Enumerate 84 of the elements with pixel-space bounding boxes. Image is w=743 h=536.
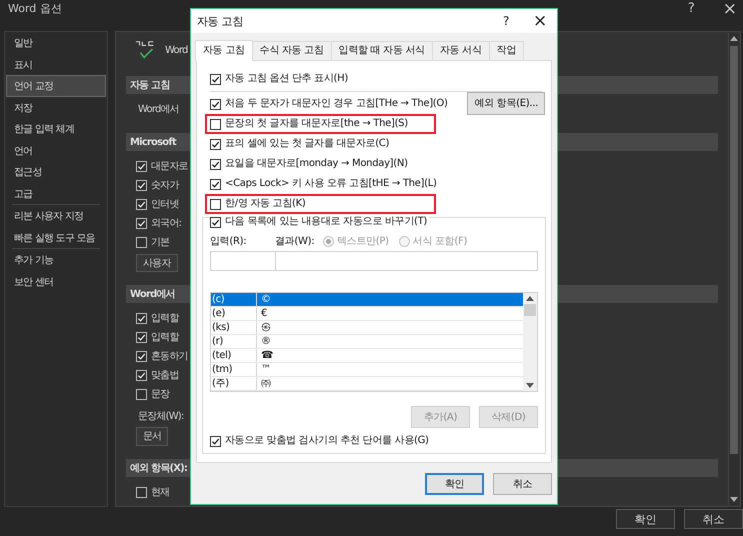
description-text: Word에서 [138, 103, 179, 117]
window-title: Word 옵션 [8, 2, 62, 16]
checkbox[interactable]: 자동 고침 옵션 단추 표시(H) [210, 72, 348, 86]
list-row[interactable]: (e) € [211, 307, 523, 321]
checkbox[interactable]: 대문자로 [136, 160, 188, 174]
radio-option: 텍스트만(P) [323, 234, 389, 248]
dialog-button[interactable]: 취소 [684, 509, 743, 529]
tab[interactable]: 자동 고침 [195, 40, 253, 61]
sidebar-item[interactable]: 한글 입력 체계 [6, 118, 106, 140]
sidebar-item[interactable]: 리본 사용자 지정 [6, 205, 106, 226]
table-cell: (ks) [211, 321, 257, 334]
sidebar-item[interactable]: 고급 [6, 182, 106, 204]
sidebar-item[interactable]: 언어 교정 [6, 75, 106, 96]
field-label: 입력(R): [210, 235, 248, 248]
cancel-button[interactable]: 취소 [493, 473, 552, 495]
table-cell: (e) [211, 307, 257, 320]
checkbox[interactable]: 요일을 대문자로[monday → Monday](N) [210, 157, 408, 171]
table-cell-text: ☎ [260, 349, 274, 362]
checkbox[interactable]: 처음 두 문자가 대문자인 경우 고침[THe → The](O) [210, 97, 448, 111]
exceptions-button[interactable]: 예외 항목(E)... [467, 92, 545, 114]
sidebar-item[interactable]: 접근성 [6, 161, 106, 182]
checkbox[interactable]: 표의 셀에 있는 첫 글자를 대문자로(C) [210, 137, 390, 151]
sidebar-item[interactable]: 빠른 실행 도구 모음 [6, 226, 106, 248]
scrollbar[interactable] [523, 293, 537, 391]
list-row[interactable]: (tel) ☎ [211, 349, 523, 363]
checkbox[interactable]: 문장의 첫 글자를 대문자로[the → The](S) [210, 117, 408, 131]
help-button[interactable]: ? [688, 2, 695, 16]
section-heading: Word에서 [130, 288, 175, 301]
table-cell-text: © [260, 293, 271, 306]
section-heading: Microsoft [130, 136, 176, 148]
input-field[interactable] [210, 251, 276, 271]
scroll-thumb[interactable] [730, 46, 738, 454]
checkbox[interactable]: 문장 [136, 388, 170, 402]
field-label: 결과(W): [275, 235, 316, 248]
dialog-title: 자동 고침 [197, 14, 243, 28]
list-row[interactable]: (주) ㈜ [211, 377, 523, 391]
input-field[interactable] [275, 251, 538, 271]
custom-button[interactable]: 사용자 [136, 254, 178, 272]
table-cell-text: € [260, 307, 268, 320]
sidebar-item[interactable]: 언어 [6, 140, 106, 161]
checkbox[interactable]: 숫자가 [136, 178, 179, 192]
radio-option: 서식 포함(F) [398, 234, 468, 248]
sidebar-item[interactable]: 일반 [6, 32, 106, 54]
sidebar-item[interactable]: 표시 [6, 54, 106, 75]
checkbox[interactable]: 한/영 자동 고침(K) [210, 197, 306, 211]
sidebar-item[interactable]: 보안 센터 [6, 270, 106, 292]
checkbox[interactable]: 현재 [136, 486, 170, 500]
list-row[interactable]: (ks) ㉿ [211, 321, 523, 335]
scroll-thumb[interactable] [524, 304, 536, 316]
checkbox[interactable]: 인터넷 [136, 198, 179, 212]
checkbox[interactable]: 다음 목록에 있는 내용대로 자동으로 바꾸기(T) [210, 215, 428, 229]
scrollbar[interactable] [728, 33, 739, 505]
sidebar-item[interactable]: 저장 [6, 96, 106, 118]
section-title: Word [165, 44, 188, 56]
checkbox[interactable]: 혼동하기 [136, 350, 188, 364]
help-button[interactable]: ? [502, 14, 510, 28]
close-button[interactable]: × [533, 11, 547, 31]
sidebar-item[interactable]: 추가 기능 [6, 249, 106, 270]
table-cell: (주) [211, 377, 257, 390]
section-heading: 예외 항목(X): [130, 462, 188, 475]
table-cell: (c) [211, 293, 257, 306]
checkbox[interactable]: 외국어: [136, 216, 182, 230]
close-button[interactable]: × [722, 2, 737, 16]
table-cell-text: ㈜ [260, 377, 271, 390]
checkbox[interactable]: 기본 [136, 236, 170, 250]
dropdown[interactable]: 문서 [136, 427, 168, 446]
table-cell: (tm) [211, 363, 257, 376]
section-heading: 자동 고침 [130, 79, 170, 92]
list-row[interactable]: (tm) ™ [211, 363, 523, 377]
checkbox[interactable]: <Caps Lock> 키 사용 오류 고침[tHE → The](L) [210, 177, 437, 191]
field-label: 문장체(W): [138, 410, 184, 424]
list-row[interactable]: (r) ® [211, 335, 523, 349]
table-cell-text: ™ [260, 363, 271, 376]
checkbox[interactable]: 맞춤법 [136, 368, 179, 382]
table-cell: (r) [211, 335, 257, 348]
table-cell-text: ㉿ [260, 321, 271, 334]
checkbox[interactable]: 입력할 [136, 330, 179, 344]
list-row[interactable]: (c) © [211, 293, 523, 307]
checkbox[interactable]: 입력할 [136, 312, 179, 326]
table-cell: (tel) [211, 349, 257, 362]
ok-button[interactable]: 확인 [425, 473, 484, 495]
checkbox[interactable]: 자동으로 맞춤법 검사기의 추천 단어를 사용(G) [210, 434, 429, 448]
dialog-button[interactable]: 확인 [616, 509, 675, 529]
table-cell-text: ® [260, 335, 271, 348]
